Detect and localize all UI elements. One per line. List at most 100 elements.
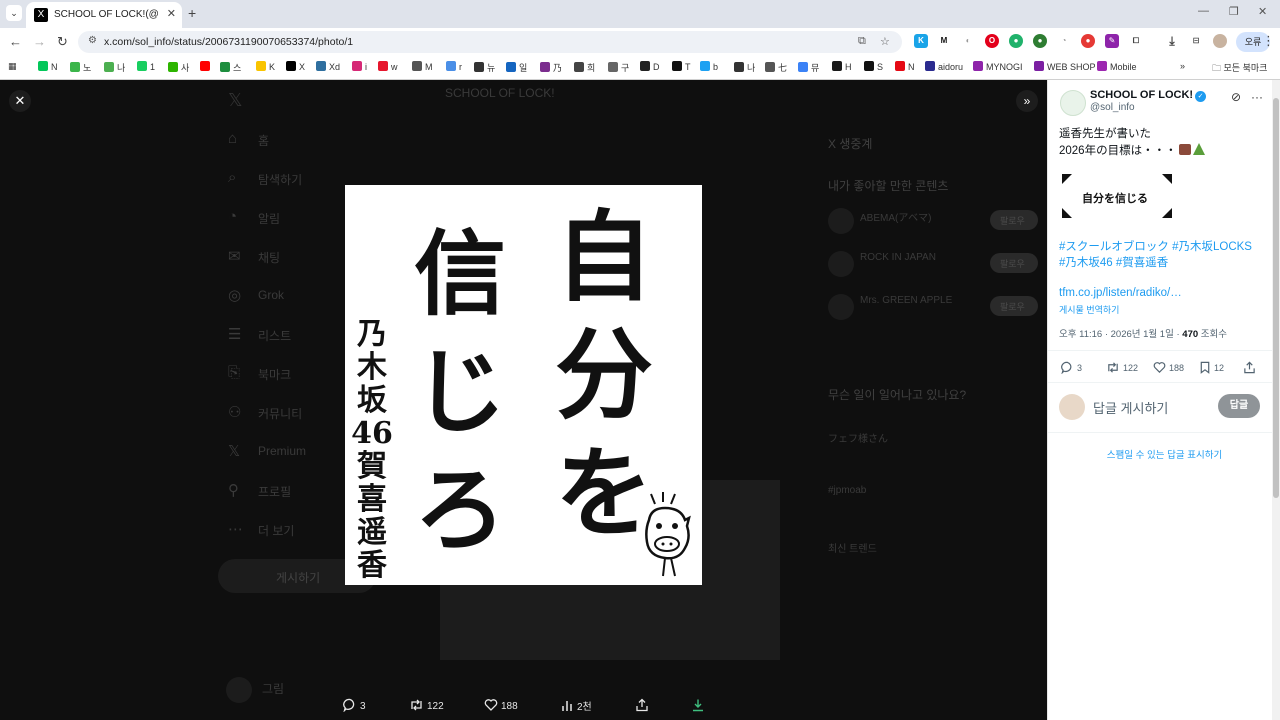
reply-stat-button[interactable]: 3 [1061,361,1082,375]
scrollbar[interactable] [1272,80,1280,720]
author-handle[interactable]: @sol_info [1090,102,1135,113]
bookmark-item[interactable]: i [352,61,367,72]
show-spam-replies-link[interactable]: 스팸일 수 있는 답글 표시하기 [1048,447,1280,461]
bookmark-item[interactable]: Mobile [1097,61,1137,72]
like-button[interactable]: 188 [484,698,518,712]
forward-button[interactable]: → [33,34,46,49]
bookmark-item[interactable]: aidoru [925,61,963,72]
nav-item-label: 리스트 [258,329,292,343]
extension-icon[interactable]: ⊟ [1189,34,1203,48]
tweet-text: 2026年の目標は・・・ [1059,145,1177,157]
bookmark-item[interactable]: S [864,61,883,72]
bookmark-item[interactable]: M [412,61,433,72]
hashtags-line-2[interactable]: #乃木坂46 #賀喜遥香 [1059,254,1168,270]
bookmark-item[interactable]: b [700,61,718,72]
download-icon[interactable]: ⤓ [1165,34,1179,48]
translate-post-link[interactable]: 게시물 번역하기 [1059,303,1119,316]
minimize-button[interactable]: — [1198,5,1209,17]
scrollbar-thumb[interactable] [1273,98,1279,498]
bookmark-item[interactable]: Xd [316,61,340,72]
bookmark-item[interactable]: 희 [574,61,595,74]
like-stat-button[interactable]: 188 [1153,361,1184,374]
browser-tab[interactable]: X SCHOOL OF LOCK!(@sol_info) ✕ [26,2,182,28]
reply-submit-button[interactable]: 답글 [1218,394,1260,418]
bookmark-item[interactable]: K [256,61,275,72]
extension-icon[interactable]: ● [1033,34,1047,48]
share-stat-button[interactable] [1243,361,1259,374]
extension-icon[interactable]: ✎ [1105,34,1119,48]
bookmark-item[interactable]: 七 [765,61,787,74]
bookmark-item[interactable] [200,61,213,72]
bar-chart-icon [562,701,572,711]
new-tab-button[interactable]: + [188,5,196,21]
bookmark-item[interactable]: X [286,61,305,72]
bookmarks-overflow-icon[interactable]: » [1180,61,1185,71]
extension-icon[interactable]: ● [1009,34,1023,48]
extension-icon[interactable]: O [985,34,999,48]
bookmark-item[interactable]: r [446,61,462,72]
tab-title: SCHOOL OF LOCK!(@sol_info) [54,9,158,20]
close-window-button[interactable]: ✕ [1258,5,1267,18]
back-button[interactable]: ← [9,34,22,49]
tweet-photo[interactable]: 自分を 信じろ 乃木坂46賀喜遥香 [345,185,702,585]
tweet-media-card[interactable]: 自分を信じる [1062,174,1172,218]
bookmark-label: 나 [747,63,756,73]
bookmark-item[interactable]: w [378,61,398,72]
author-avatar[interactable] [1060,90,1086,116]
share-button[interactable] [635,698,652,712]
bookmark-item[interactable]: 1 [137,61,155,72]
bookmark-item[interactable]: 스 [220,61,241,74]
tab-close-icon[interactable]: ✕ [167,7,176,20]
repost-button[interactable]: 122 [409,698,444,712]
bookmark-item[interactable]: 일 [506,61,527,74]
extension-icon[interactable]: ◔ [1057,34,1071,48]
extension-icon[interactable]: ◐ [961,34,975,48]
extension-icon[interactable]: M [937,34,951,48]
close-viewer-button[interactable]: ✕ [9,90,31,112]
bookmark-item[interactable]: 뉴 [474,61,495,74]
site-info-icon[interactable]: ⚙ [88,35,97,46]
bookmark-item[interactable]: N [895,61,915,72]
extension-icon[interactable]: K [914,34,928,48]
profile-avatar-icon[interactable] [1213,34,1227,48]
hashtags-line-1[interactable]: #スクールオブロック #乃木坂LOCKS [1059,238,1252,254]
apps-grid-icon[interactable]: ▦ [8,61,17,72]
bookmark-item[interactable]: 뮤 [798,61,819,74]
trends-title: 무슨 일이 일어나고 있나요? [828,388,967,402]
grok-icon[interactable]: ⊘ [1231,90,1241,104]
expand-sidebar-button[interactable]: » [1016,90,1038,112]
bookmark-item[interactable]: 나 [104,61,125,74]
bookmark-item[interactable]: 구 [608,61,629,74]
author-name[interactable]: SCHOOL OF LOCK! ✓ [1090,89,1207,102]
download-button[interactable] [691,698,708,712]
reply-input[interactable]: 답글 게시하기 [1093,398,1168,417]
menu-kebab-icon[interactable]: ⋮ [1262,33,1275,49]
bookmark-item[interactable]: 乃 [540,61,562,74]
all-bookmarks-folder[interactable]: 🗀 모든 북마크 [1212,61,1267,77]
bookmark-item[interactable]: 노 [70,61,91,74]
tweet-link[interactable]: tfm.co.jp/listen/radiko/… [1059,287,1182,299]
maximize-button[interactable]: ❐ [1229,5,1239,18]
repost-stat-button[interactable]: 122 [1106,361,1138,374]
extensions-puzzle-icon[interactable]: ⧠ [1129,34,1143,48]
timestamp[interactable]: 오후 11:16 · 2026년 1월 1일 · [1059,329,1182,340]
url-text[interactable]: x.com/sol_info/status/200673119007065337… [104,36,353,48]
tab-search-button[interactable]: ⌄ [6,5,22,21]
reply-button[interactable]: 3 [343,698,366,713]
install-app-icon[interactable]: ⧉ [858,35,866,48]
bookmark-item[interactable]: MYNOGI [973,61,1023,72]
address-bar[interactable]: ⚙ x.com/sol_info/status/2006731190070653… [78,31,902,53]
bookmark-stat-button[interactable]: 12 [1199,361,1224,374]
bookmark-item[interactable]: 나 [734,61,755,74]
reload-button[interactable]: ↻ [57,34,68,50]
bookmark-item[interactable]: WEB SHOP [1034,61,1096,72]
views-button[interactable]: 2천 [561,698,592,713]
bookmark-item[interactable]: T [672,61,691,72]
bookmark-item[interactable]: D [640,61,660,72]
bookmark-item[interactable]: H [832,61,852,72]
more-options-icon[interactable]: ··· [1251,90,1263,104]
extension-icon[interactable]: ● [1081,34,1095,48]
bookmark-item[interactable]: N [38,61,58,72]
bookmark-item[interactable]: 사 [168,61,189,74]
bookmark-star-icon[interactable]: ☆ [880,35,890,48]
